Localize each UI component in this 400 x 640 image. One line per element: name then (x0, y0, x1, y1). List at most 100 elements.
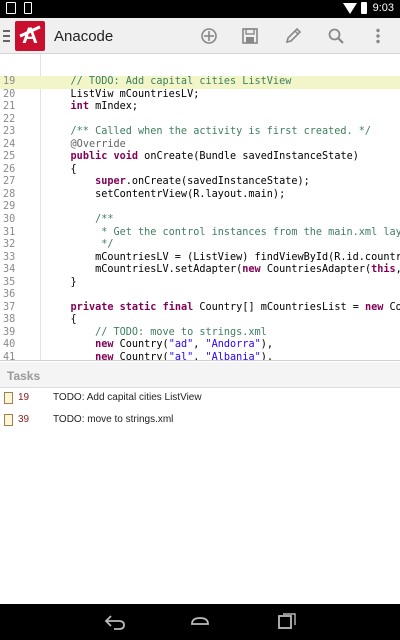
code-line[interactable]: 38 { (0, 314, 400, 327)
line-number: 22 (3, 113, 16, 125)
code-token: , (193, 339, 206, 351)
code-token: "Andorra" (205, 339, 261, 351)
code-line[interactable]: 23 /** Called when the activity is first… (0, 126, 400, 139)
home-button[interactable] (189, 612, 209, 632)
save-icon (242, 28, 258, 44)
code-text: { (46, 314, 77, 327)
code-text: public void onCreate(Bundle savedInstanc… (46, 151, 359, 164)
line-number: 37 (3, 301, 16, 313)
code-line[interactable]: 30 /** (0, 214, 400, 227)
code-line[interactable]: 34 mCountriesLV.setAdapter(new Countries… (0, 264, 400, 277)
code-token: super (95, 176, 126, 188)
search-button[interactable] (324, 24, 348, 48)
device-notification-icon (24, 2, 32, 14)
code-line[interactable]: 31 * Get the control instances from the … (0, 227, 400, 240)
code-line[interactable]: 35 } (0, 277, 400, 290)
code-line[interactable]: 21 int mIndex; (0, 101, 400, 114)
code-text: setContentrView(R.layout.main); (46, 189, 285, 202)
code-token: Country( (113, 352, 169, 360)
code-token: onCreate(Bundle savedInstanceState) (138, 151, 359, 163)
home-icon (191, 617, 209, 625)
panel-divider[interactable] (0, 360, 400, 361)
code-line[interactable]: 20 ListViw mCountriesLV; (0, 89, 400, 102)
code-token: new (95, 339, 114, 351)
code-text: /** (46, 214, 113, 227)
code-token: final (162, 301, 194, 313)
save-button[interactable] (238, 24, 262, 48)
code-token: ), (260, 352, 273, 360)
line-number: 35 (3, 276, 16, 288)
current-code-line[interactable]: 19 // TODO: Add capital cities ListView (0, 76, 400, 89)
code-line[interactable]: 36 (0, 289, 400, 302)
line-number: 20 (3, 88, 16, 100)
drawer-toggle-icon[interactable] (3, 30, 10, 42)
code-token: mCountriesLV = (ListView) findViewById(R… (46, 251, 400, 263)
recent-apps-button[interactable] (276, 612, 296, 632)
line-number: 34 (3, 264, 16, 276)
code-line[interactable]: 24 @Override (0, 139, 400, 152)
code-editor[interactable]: 19 // TODO: Add capital cities ListView 2… (0, 54, 400, 360)
code-token: "al" (168, 352, 194, 360)
code-token: Country (389, 301, 400, 313)
task-item[interactable]: 19 TODO: Add capital cities ListView (0, 389, 400, 411)
line-number: 21 (3, 101, 16, 113)
code-token: "ad" (168, 339, 194, 351)
code-text: // TODO: Add capital cities ListView (46, 76, 292, 89)
tasks-title: Tasks (7, 369, 41, 383)
code-line[interactable]: 27 super.onCreate(savedInstanceState); (0, 176, 400, 189)
code-text: @Override (46, 139, 126, 152)
code-line[interactable]: 33 mCountriesLV = (ListView) findViewByI… (0, 252, 400, 265)
code-line[interactable]: 41 new Country("al", "Albania"), (0, 352, 400, 360)
code-line[interactable]: 22 (0, 114, 400, 127)
line-number: 27 (3, 176, 16, 188)
line-number: 24 (3, 138, 16, 150)
app-logo[interactable]: A (15, 21, 45, 51)
code-line[interactable]: 25 public void onCreate(Bundle savedInst… (0, 151, 400, 164)
wifi-icon (342, 2, 357, 14)
task-line-number: 39 (18, 414, 30, 425)
code-token: int (70, 101, 89, 113)
line-number: 30 (3, 214, 16, 226)
battery-icon (360, 2, 367, 14)
line-number: 25 (3, 151, 16, 163)
task-note-icon (4, 414, 13, 426)
code-line[interactable]: 40 new Country("ad", "Andorra"), (0, 339, 400, 352)
code-token: // TODO: move to strings.xml (46, 326, 267, 338)
code-line[interactable]: 37 private static final Country[] mCount… (0, 302, 400, 315)
edit-button[interactable] (281, 24, 305, 48)
code-line[interactable]: 29 (0, 201, 400, 214)
overflow-menu-button[interactable] (366, 24, 390, 48)
code-token: public (70, 151, 108, 163)
back-icon (104, 615, 125, 630)
code-text: { (46, 164, 77, 177)
back-button[interactable] (104, 612, 125, 632)
code-text: private static final Country[] mCountrie… (46, 302, 400, 315)
line-number: 32 (3, 239, 16, 251)
status-time: 9:03 (372, 2, 394, 14)
code-token: mIndex; (88, 101, 139, 113)
tasks-header: Tasks (0, 362, 400, 388)
line-number: 31 (3, 226, 16, 238)
code-text: * Get the control instances from the mai… (46, 227, 400, 240)
code-token: { (46, 314, 77, 326)
action-bar: A Anacode (0, 18, 400, 54)
task-item[interactable]: 39 TODO: move to strings.xml (0, 411, 400, 433)
code-token: void (113, 151, 139, 163)
code-token: } (46, 276, 77, 288)
code-token: * Get the control instances from the mai… (46, 226, 400, 238)
navigate-icon (201, 28, 217, 44)
code-text: mCountriesLV.setAdapter(new CountriesAda… (46, 264, 400, 277)
code-line[interactable]: 28 setContentrView(R.layout.main); (0, 189, 400, 202)
code-text: */ (46, 239, 113, 252)
line-number: 23 (3, 126, 16, 138)
notification-icons (6, 2, 32, 14)
code-token: , (193, 352, 206, 360)
code-line[interactable]: 26 { (0, 164, 400, 177)
navigate-button[interactable] (197, 24, 221, 48)
code-token: @Override (70, 138, 126, 150)
code-line[interactable]: 32 */ (0, 239, 400, 252)
code-line[interactable]: 39 // TODO: move to strings.xml (0, 327, 400, 340)
